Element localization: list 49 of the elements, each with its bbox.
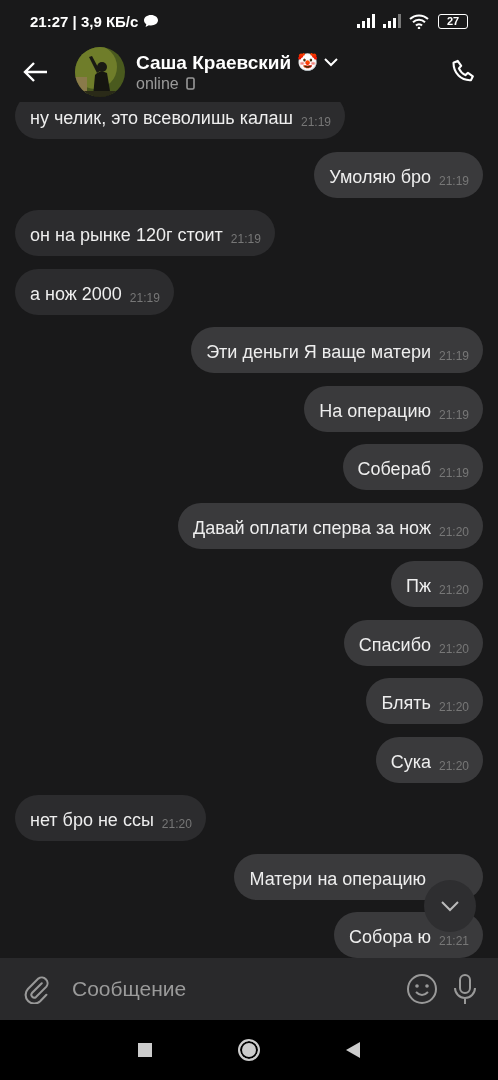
microphone-icon[interactable] — [452, 973, 478, 1005]
message-text: Умоляю бро — [329, 165, 431, 189]
message-time: 21:19 — [230, 232, 261, 246]
message-text: Блять — [381, 692, 431, 715]
back-arrow-icon[interactable] — [22, 61, 48, 83]
chevron-down-icon — [440, 900, 460, 912]
message-time: 21:20 — [438, 641, 469, 656]
home-icon[interactable] — [238, 1039, 260, 1061]
wifi-icon — [409, 13, 429, 29]
message-text: ну челик, это всеволишь калаш — [30, 107, 293, 130]
signal-icon — [383, 14, 403, 28]
message-text: Сука — [390, 750, 431, 774]
status-time: 21:27 | 3,9 КБ/с — [30, 12, 139, 30]
message-time: 21:19 — [438, 407, 469, 422]
signal-icon — [357, 14, 377, 28]
message-time: 21:19 — [438, 466, 469, 480]
message-text: На операцию — [319, 399, 431, 423]
message-time: 21:20 — [438, 758, 469, 773]
message-text: Пж — [406, 575, 431, 598]
message-time: 21:21 — [438, 934, 469, 948]
message-time: 21:19 — [438, 173, 469, 188]
clown-emoji: 🤡 — [297, 54, 319, 71]
emoji-icon[interactable] — [406, 973, 438, 1005]
presence-status: online — [136, 74, 179, 93]
message-input-field[interactable]: Сообщение — [64, 977, 392, 1001]
back-icon[interactable] — [346, 1042, 360, 1058]
attach-icon[interactable] — [22, 974, 50, 1004]
message-text: нет бро не ссы — [30, 809, 154, 832]
message-time: 21:20 — [438, 583, 469, 597]
message-text: Собераб — [357, 458, 431, 481]
chat-bubble-icon — [144, 15, 159, 27]
message-time: 21:19 — [129, 290, 160, 305]
message-time: 21:19 — [300, 115, 331, 129]
message-text: а нож 2000 — [30, 282, 122, 306]
message-text: Собора ю — [349, 926, 431, 949]
phone-device-icon — [185, 77, 195, 90]
battery-icon: 27 — [438, 13, 468, 29]
message-text: Матери на операцию — [249, 867, 426, 891]
message-composer[interactable]: Сообщение — [0, 958, 498, 1020]
message-text: Спасибо — [358, 633, 431, 657]
message-time: 21:19 — [438, 349, 469, 363]
message-text: Давай оплати сперва за нож — [192, 516, 431, 540]
message-time: 21:20 — [161, 817, 192, 831]
message-time: 21:20 — [438, 700, 469, 714]
message-text: он на рынке 120г стоит — [30, 224, 223, 247]
contact-name[interactable]: Саша Краевский — [136, 51, 292, 74]
message-text: Эти деньги Я ваще матери — [206, 341, 431, 364]
message-time: 21:20 — [438, 524, 469, 539]
chevron-down-icon[interactable] — [324, 58, 339, 67]
